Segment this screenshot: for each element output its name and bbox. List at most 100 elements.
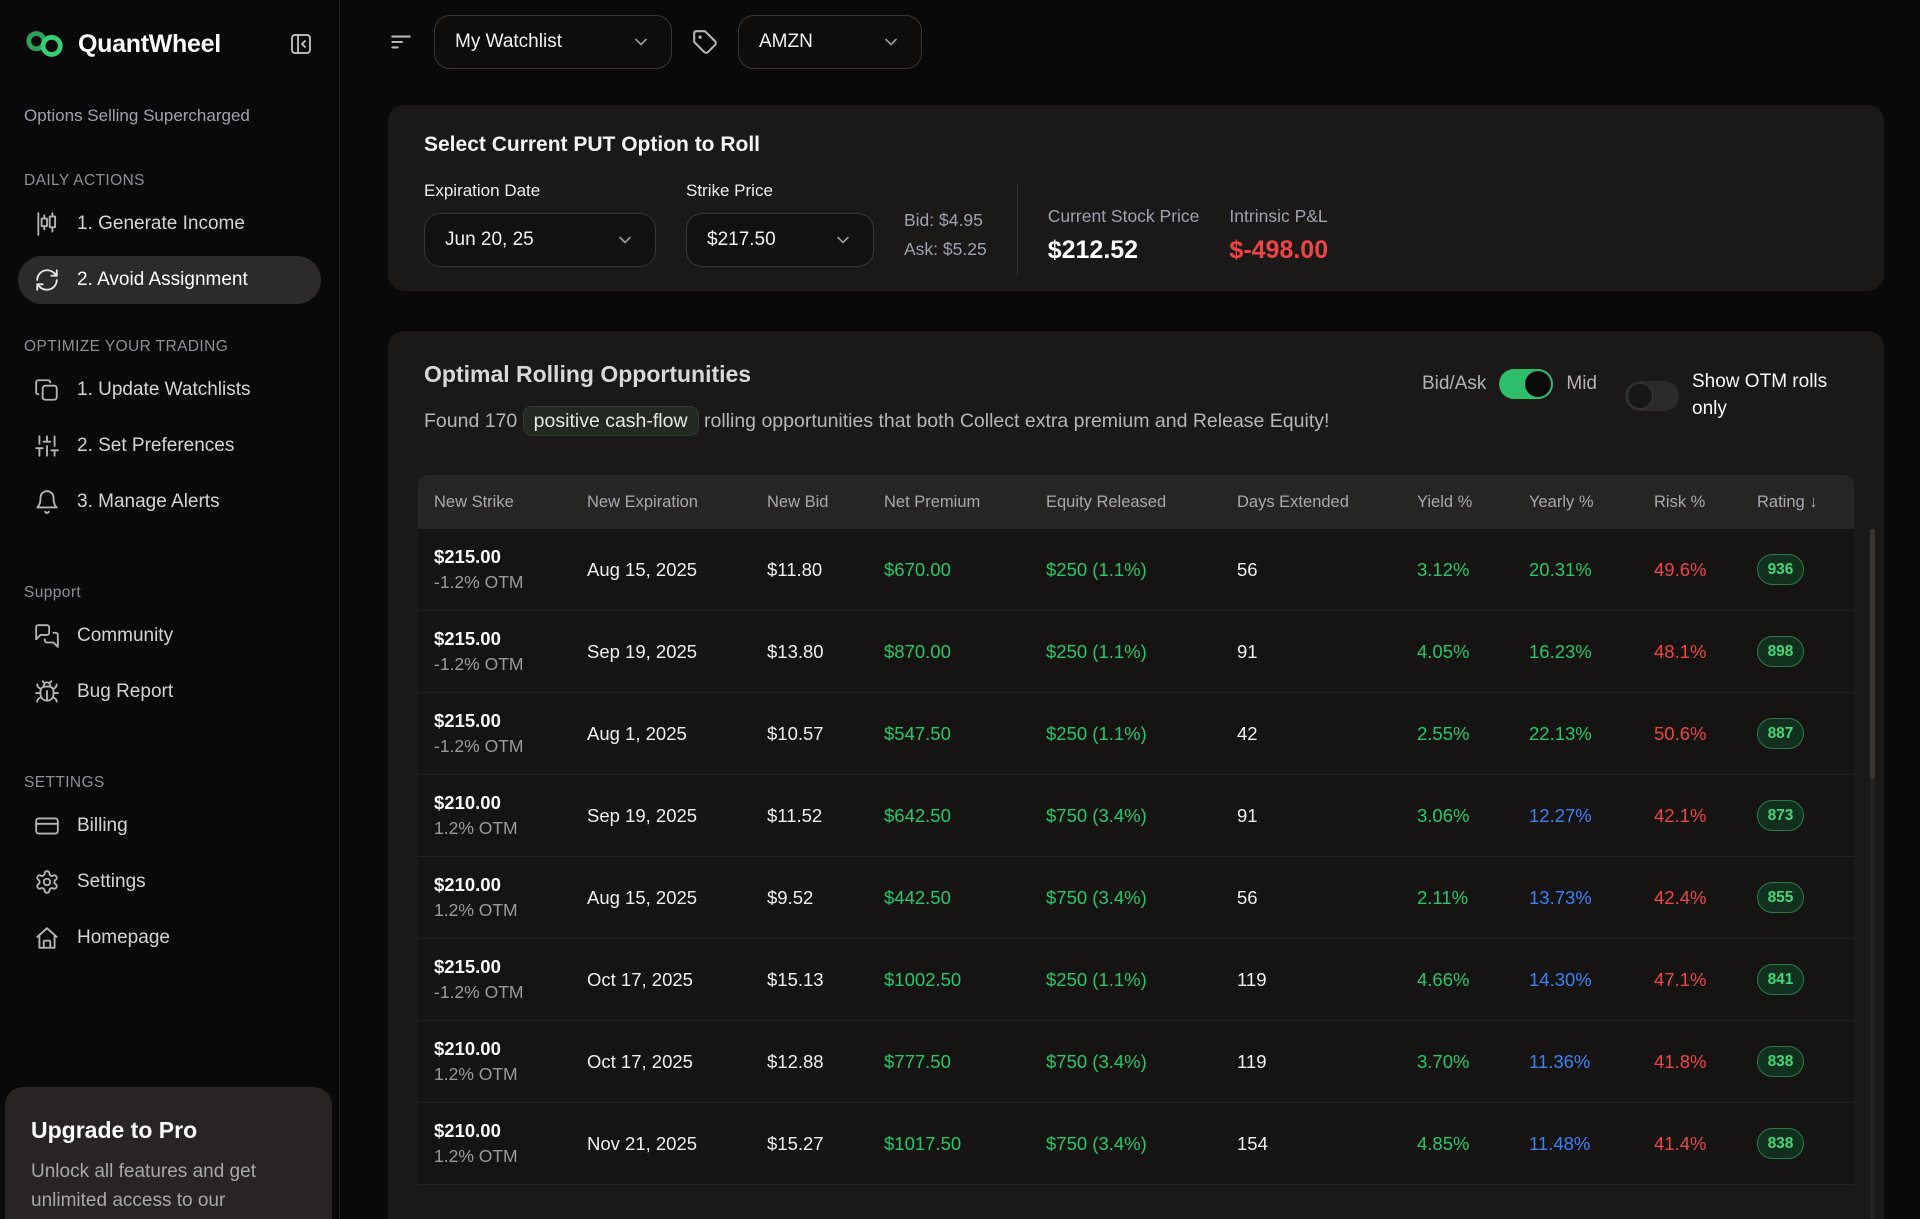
cell-new-bid: $11.80 bbox=[763, 559, 880, 581]
panel-collapse-icon bbox=[289, 32, 313, 56]
column-header-risk[interactable]: Risk % bbox=[1650, 493, 1753, 512]
table-header-row: New StrikeNew ExpirationNew BidNet Premi… bbox=[418, 475, 1854, 529]
cell-yearly-percent: 11.48% bbox=[1525, 1133, 1650, 1155]
otm-toggle-row: Show OTM rolls only bbox=[1625, 369, 1854, 422]
table-row[interactable]: $210.001.2% OTMSep 19, 2025$11.52$642.50… bbox=[418, 775, 1854, 857]
sidebar-item-generate-income[interactable]: 1. Generate Income bbox=[18, 200, 321, 248]
column-header-days-extended[interactable]: Days Extended bbox=[1233, 493, 1413, 512]
otm-percent: 1.2% OTM bbox=[434, 1146, 583, 1167]
sidebar-item-billing[interactable]: Billing bbox=[18, 802, 321, 850]
cell-new-bid: $15.27 bbox=[763, 1133, 880, 1155]
cell-new-bid: $15.13 bbox=[763, 969, 880, 991]
cell-net-premium: $642.50 bbox=[880, 805, 1042, 827]
price-mode-toggle-row: Bid/Ask Mid bbox=[1422, 369, 1597, 399]
new-strike-value: $215.00 bbox=[434, 546, 583, 568]
app-root: QuantWheel Options Selling Supercharged … bbox=[0, 0, 1920, 1219]
refresh-icon bbox=[34, 267, 60, 293]
cell-rating: 873 bbox=[1753, 800, 1854, 831]
sidebar-item-homepage[interactable]: Homepage bbox=[18, 914, 321, 962]
strike-label: Strike Price bbox=[686, 181, 874, 201]
home-icon bbox=[34, 925, 60, 951]
table-scrollbar[interactable] bbox=[1870, 529, 1875, 1219]
column-header-new-expiration[interactable]: New Expiration bbox=[583, 493, 763, 512]
column-header-new-strike[interactable]: New Strike bbox=[430, 493, 583, 512]
column-header-yield[interactable]: Yield % bbox=[1413, 493, 1525, 512]
rating-badge: 841 bbox=[1757, 964, 1804, 995]
table-row[interactable]: $215.00-1.2% OTMOct 17, 2025$15.13$1002.… bbox=[418, 939, 1854, 1021]
column-header-yearly[interactable]: Yearly % bbox=[1525, 493, 1650, 512]
sidebar-item-community[interactable]: Community bbox=[18, 612, 321, 660]
sidebar-item-update-watchlists[interactable]: 1. Update Watchlists bbox=[18, 366, 321, 414]
sidebar-item-manage-alerts[interactable]: 3. Manage Alerts bbox=[18, 478, 321, 526]
cell-net-premium: $442.50 bbox=[880, 887, 1042, 909]
chevron-down-icon bbox=[881, 32, 901, 52]
new-strike-value: $215.00 bbox=[434, 628, 583, 650]
table-row[interactable]: $215.00-1.2% OTMAug 15, 2025$11.80$670.0… bbox=[418, 529, 1854, 611]
column-header-rating[interactable]: Rating ↓ bbox=[1753, 493, 1854, 512]
ticker-value: AMZN bbox=[759, 31, 813, 53]
scrollbar-thumb[interactable] bbox=[1870, 529, 1875, 779]
otm-percent: -1.2% OTM bbox=[434, 572, 583, 593]
chevron-down-icon bbox=[833, 230, 853, 250]
chevron-down-icon bbox=[631, 32, 651, 52]
sidebar-item-label: 1. Generate Income bbox=[77, 213, 245, 235]
table-row[interactable]: $210.001.2% OTMAug 15, 2025$9.52$442.50$… bbox=[418, 857, 1854, 939]
watchlist-value: My Watchlist bbox=[455, 31, 562, 53]
rating-badge: 936 bbox=[1757, 554, 1804, 585]
mid-label: Mid bbox=[1566, 373, 1597, 395]
bug-icon bbox=[34, 679, 60, 705]
cell-equity-released: $250 (1.1%) bbox=[1042, 641, 1233, 663]
main-content: My Watchlist AMZN Select Current PUT Opt… bbox=[340, 0, 1920, 1219]
ticker-tag-button[interactable] bbox=[692, 29, 718, 55]
bid-ask-block: Bid: $4.95 Ask: $5.25 bbox=[904, 206, 987, 268]
summary-prefix: Found 170 bbox=[424, 410, 517, 432]
table-row[interactable]: $210.001.2% OTMOct 17, 2025$12.88$777.50… bbox=[418, 1021, 1854, 1103]
cell-yearly-percent: 13.73% bbox=[1525, 887, 1650, 909]
opportunities-header-left: Optimal Rolling Opportunities Found 170 … bbox=[418, 359, 1329, 439]
cell-new-strike: $215.00 -1.2% OTM bbox=[430, 546, 583, 593]
toggle-knob bbox=[1525, 371, 1551, 397]
upgrade-description: Unlock all features and get unlimited ac… bbox=[31, 1158, 306, 1215]
filter-button[interactable] bbox=[388, 29, 414, 55]
watchlist-select[interactable]: My Watchlist bbox=[434, 15, 672, 69]
cell-days-extended: 91 bbox=[1233, 805, 1413, 827]
strike-select[interactable]: $217.50 bbox=[686, 213, 874, 267]
opportunities-summary: Found 170 positive cash-flow rolling opp… bbox=[424, 404, 1329, 439]
sidebar-item-bug-report[interactable]: Bug Report bbox=[18, 668, 321, 716]
summary-suffix: rolling opportunities that both Collect … bbox=[704, 410, 1329, 432]
sidebar-item-label: Community bbox=[77, 625, 173, 647]
column-header-net-premium[interactable]: Net Premium bbox=[880, 493, 1042, 512]
cell-new-strike: $210.001.2% OTM bbox=[430, 1120, 583, 1167]
sidebar-item-set-preferences[interactable]: 2. Set Preferences bbox=[18, 422, 321, 470]
cell-risk-percent: 41.8% bbox=[1650, 1051, 1753, 1073]
rating-badge: 838 bbox=[1757, 1046, 1804, 1077]
ticker-select[interactable]: AMZN bbox=[738, 15, 922, 69]
cell-risk-percent: 48.1% bbox=[1650, 641, 1753, 663]
section-settings: SETTINGS bbox=[24, 774, 315, 792]
cell-new-expiration: Oct 17, 2025 bbox=[583, 1051, 763, 1073]
summary-highlight-chip: positive cash-flow bbox=[523, 406, 699, 436]
otm-only-toggle[interactable] bbox=[1625, 381, 1679, 411]
bidask-mid-toggle[interactable] bbox=[1499, 369, 1553, 399]
brand-name: QuantWheel bbox=[78, 30, 221, 59]
cell-new-bid: $12.88 bbox=[763, 1051, 880, 1073]
cell-rating: 838 bbox=[1753, 1046, 1854, 1077]
sidebar-item-settings[interactable]: Settings bbox=[18, 858, 321, 906]
brand-tagline: Options Selling Supercharged bbox=[24, 106, 315, 126]
sidebar-item-label: 2. Avoid Assignment bbox=[77, 269, 248, 291]
sidebar-item-label: 3. Manage Alerts bbox=[77, 491, 220, 513]
table-row[interactable]: $215.00-1.2% OTMSep 19, 2025$13.80$870.0… bbox=[418, 611, 1854, 693]
table-row[interactable]: $215.00-1.2% OTMAug 1, 2025$10.57$547.50… bbox=[418, 693, 1854, 775]
sidebar-item-avoid-assignment[interactable]: 2. Avoid Assignment bbox=[18, 256, 321, 304]
column-header-new-bid[interactable]: New Bid bbox=[763, 493, 880, 512]
section-daily-actions: DAILY ACTIONS bbox=[24, 172, 315, 190]
expiration-select[interactable]: Jun 20, 25 bbox=[424, 213, 656, 267]
sliders-icon bbox=[34, 433, 60, 459]
sidebar-collapse-button[interactable] bbox=[289, 32, 313, 56]
sidebar: QuantWheel Options Selling Supercharged … bbox=[0, 0, 340, 1219]
tag-icon bbox=[692, 29, 718, 55]
upgrade-card[interactable]: Upgrade to Pro Unlock all features and g… bbox=[5, 1087, 332, 1219]
column-header-equity-released[interactable]: Equity Released bbox=[1042, 493, 1233, 512]
table-row[interactable]: $210.001.2% OTMNov 21, 2025$15.27$1017.5… bbox=[418, 1103, 1854, 1185]
otm-percent: 1.2% OTM bbox=[434, 900, 583, 921]
